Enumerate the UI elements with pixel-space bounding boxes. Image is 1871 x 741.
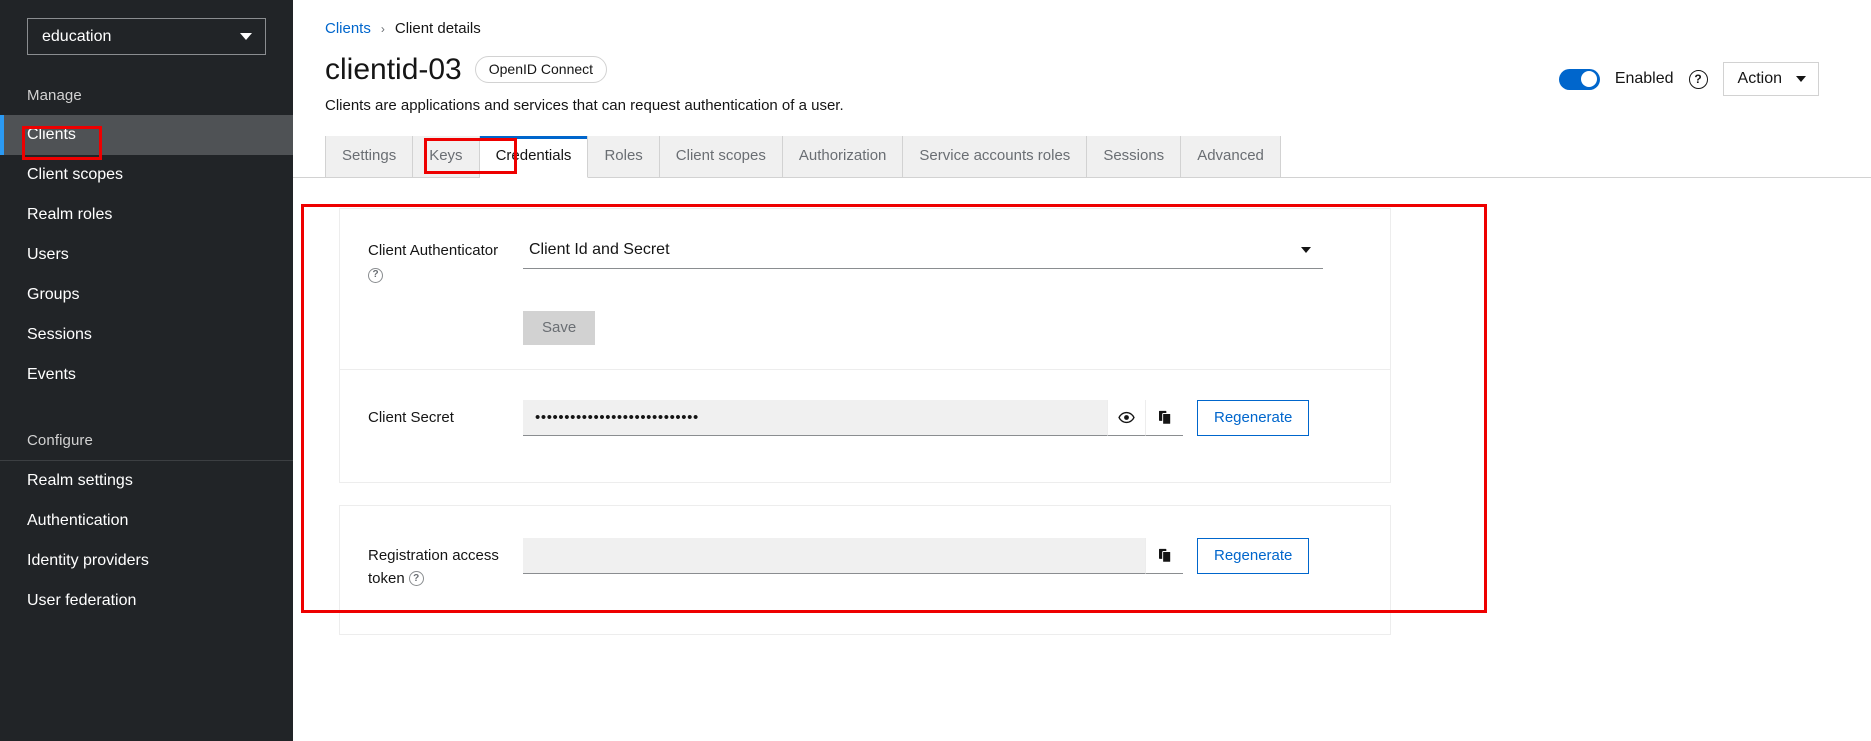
client-authenticator-label-wrap: Client Authenticator ? (368, 233, 523, 283)
client-authenticator-label: Client Authenticator (368, 241, 499, 259)
tab-client-scopes[interactable]: Client scopes (659, 135, 783, 177)
client-authenticator-select[interactable]: Client Id and Secret (523, 232, 1323, 269)
keycloak-admin-console: education Manage Clients Client scopes R… (0, 0, 1871, 741)
tab-label: Settings (342, 146, 397, 164)
registration-token-label-line2: token (368, 569, 405, 587)
tab-label: Authorization (798, 146, 887, 164)
sidebar-item-label: Sessions (27, 326, 92, 343)
tab-label: Advanced (1197, 146, 1264, 164)
question-circle-icon[interactable]: ? (368, 267, 383, 283)
tab-settings[interactable]: Settings (325, 135, 414, 177)
realm-selector-wrapper: education (0, 0, 293, 75)
breadcrumb: Clients › Client details (293, 0, 1871, 37)
registration-token-input-group: Regenerate (523, 537, 1390, 574)
credentials-panel: Client Authenticator ? Client Id and Sec… (293, 178, 1871, 635)
tab-sessions[interactable]: Sessions (1087, 135, 1182, 177)
sidebar-item-realm-roles[interactable]: Realm roles (0, 195, 293, 235)
action-dropdown-label: Action (1737, 70, 1782, 87)
registration-token-body: Regenerate (523, 537, 1390, 574)
sidebar-item-label: User federation (27, 592, 137, 609)
tab-credentials[interactable]: Credentials (479, 135, 589, 178)
caret-down-icon (1301, 247, 1311, 253)
tab-keys[interactable]: Keys (413, 135, 480, 177)
sidebar-item-label: Users (27, 246, 69, 263)
sidebar-item-label: Events (27, 366, 76, 383)
tab-label: Credentials (495, 146, 572, 164)
copy-icon[interactable] (1145, 399, 1183, 436)
breadcrumb-current: Client details (394, 20, 481, 37)
client-secret-input[interactable]: •••••••••••••••••••••••••••• (523, 399, 1107, 436)
registration-token-regenerate-button[interactable]: Regenerate (1197, 537, 1310, 574)
sidebar-item-label: Authentication (27, 512, 129, 529)
tab-label: Sessions (1103, 146, 1165, 164)
main-content: Clients › Client details clientid-03 Ope… (293, 0, 1871, 741)
save-button[interactable]: Save (523, 310, 596, 345)
sidebar-item-label: Realm roles (27, 206, 113, 223)
sidebar-item-users[interactable]: Users (0, 235, 293, 275)
action-dropdown-button[interactable]: Action (1722, 62, 1819, 96)
copy-icon[interactable] (1145, 537, 1183, 574)
sidebar-item-identity-providers[interactable]: Identity providers (0, 541, 293, 581)
sidebar-item-client-scopes[interactable]: Client scopes (0, 155, 293, 195)
registration-token-label-line1: Registration access (368, 546, 499, 564)
sidebar-item-user-federation[interactable]: User federation (0, 581, 293, 621)
client-secret-body: •••••••••••••••••••••••••••• Regenerate (523, 399, 1390, 436)
chevron-down-icon (240, 33, 252, 40)
tab-authorization[interactable]: Authorization (782, 135, 904, 177)
tab-advanced[interactable]: Advanced (1181, 135, 1281, 177)
registration-token-row: Registration access token? Regenerate (340, 506, 1390, 635)
eye-icon[interactable] (1107, 399, 1145, 436)
realm-selector[interactable]: education (27, 18, 266, 55)
page-header-actions: Enabled ? Action (1558, 54, 1839, 96)
protocol-badge: OpenID Connect (474, 56, 608, 84)
tab-label: Client scopes (675, 146, 766, 164)
realm-selector-value: education (42, 27, 112, 45)
question-circle-icon[interactable]: ? (1688, 69, 1708, 89)
tab-label: Keys (429, 146, 463, 164)
tab-roles[interactable]: Roles (588, 135, 660, 177)
sidebar-item-label: Client scopes (27, 166, 124, 183)
sidebar: education Manage Clients Client scopes R… (0, 0, 293, 741)
sidebar-section-manage: Manage (27, 87, 82, 104)
sidebar-item-authentication[interactable]: Authentication (0, 501, 293, 541)
sidebar-section-configure: Configure (27, 432, 93, 449)
enabled-toggle[interactable] (1558, 68, 1600, 90)
sidebar-item-label: Groups (27, 286, 80, 303)
client-authenticator-body: Client Id and Secret Save (523, 232, 1390, 345)
tab-service-accounts-roles[interactable]: Service accounts roles (903, 135, 1088, 177)
client-authenticator-value: Client Id and Secret (529, 241, 670, 258)
client-authenticator-row: Client Authenticator ? Client Id and Sec… (340, 209, 1390, 369)
page-title-line: clientid-03 OpenID Connect (325, 54, 1559, 86)
page-title: clientid-03 (325, 53, 462, 86)
sidebar-item-groups[interactable]: Groups (0, 275, 293, 315)
breadcrumb-separator-icon: › (380, 21, 385, 36)
credentials-card: Client Authenticator ? Client Id and Sec… (339, 207, 1391, 483)
page-header-left: clientid-03 OpenID Connect Clients are a… (325, 54, 1559, 114)
page-header: clientid-03 OpenID Connect Clients are a… (293, 37, 1871, 114)
enabled-toggle-label: Enabled (1614, 70, 1674, 87)
caret-down-icon (1796, 76, 1806, 82)
registration-token-label-wrap: Registration access token? (368, 538, 523, 591)
breadcrumb-link-clients[interactable]: Clients (325, 20, 371, 37)
sidebar-item-clients[interactable]: Clients (0, 115, 293, 155)
page-subtitle: Clients are applications and services th… (325, 96, 844, 114)
client-secret-label: Client Secret (368, 408, 454, 426)
question-circle-icon[interactable]: ? (408, 571, 424, 587)
client-secret-regenerate-button[interactable]: Regenerate (1197, 399, 1310, 436)
tab-label: Service accounts roles (919, 146, 1071, 164)
client-secret-input-group: •••••••••••••••••••••••••••• Regenerate (523, 399, 1390, 436)
sidebar-item-label: Clients (27, 126, 76, 143)
sidebar-item-sessions[interactable]: Sessions (0, 315, 293, 355)
registration-token-input[interactable] (523, 537, 1145, 574)
toggle-knob (1580, 71, 1597, 87)
sidebar-item-events[interactable]: Events (0, 355, 293, 395)
client-detail-tabs: Settings Keys Credentials Roles Client s… (293, 135, 1871, 178)
sidebar-item-realm-settings[interactable]: Realm settings (0, 461, 293, 501)
client-secret-row: Client Secret ••••••••••••••••••••••••••… (340, 370, 1390, 482)
sidebar-item-label: Realm settings (27, 472, 133, 489)
sidebar-item-label: Identity providers (27, 552, 149, 569)
registration-token-card: Registration access token? Regenerate (339, 504, 1391, 635)
tab-label: Roles (604, 146, 643, 164)
